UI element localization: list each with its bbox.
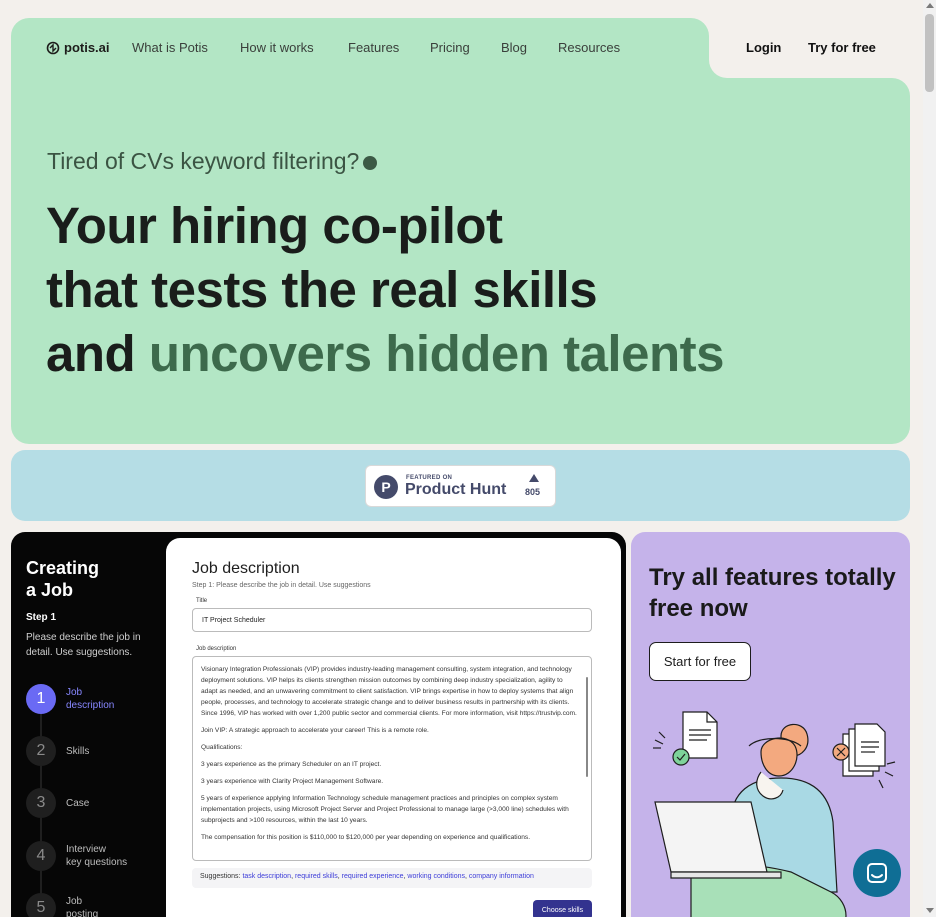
suggestion-link[interactable]: task description bbox=[242, 873, 291, 880]
product-hunt-badge[interactable]: P FEATURED ON Product Hunt 805 bbox=[365, 465, 556, 507]
suggestion-link[interactable]: required skills bbox=[295, 873, 338, 880]
step-label: Case bbox=[66, 797, 90, 809]
step-item-job-posting[interactable]: 5 Job posting bbox=[26, 893, 98, 917]
hero-headline-line3: and uncovers hidden talents bbox=[46, 324, 724, 383]
scroll-up-arrow-icon[interactable] bbox=[926, 3, 934, 8]
step-label: Job posting bbox=[66, 895, 98, 917]
job-description-textarea[interactable]: Visionary Integration Professionals (VIP… bbox=[192, 656, 592, 861]
page-scrollbar[interactable] bbox=[923, 0, 936, 917]
product-hunt-icon: P bbox=[374, 475, 398, 499]
step-label-line: Interview bbox=[66, 844, 107, 855]
hero-headline-plain: and bbox=[46, 325, 136, 382]
dot-icon bbox=[363, 156, 378, 170]
start-for-free-button[interactable]: Start for free bbox=[649, 642, 751, 681]
choose-skills-button[interactable]: Choose skills bbox=[533, 900, 592, 917]
step-label-line: description bbox=[66, 700, 115, 711]
job-description-card: Job description Step 1: Please describe … bbox=[166, 538, 621, 917]
logo-text: potis.ai bbox=[64, 40, 110, 55]
step-item-skills[interactable]: 2 Skills bbox=[26, 736, 89, 766]
scroll-down-arrow-icon[interactable] bbox=[926, 908, 934, 913]
chat-launcher-button[interactable] bbox=[853, 849, 901, 897]
step-label: Skills bbox=[66, 745, 90, 757]
step-label: Interview key questions bbox=[66, 843, 127, 869]
check-icon bbox=[672, 748, 690, 766]
step-item-case[interactable]: 3 Case bbox=[26, 788, 89, 818]
step-number: 1 bbox=[26, 684, 56, 714]
desc-paragraph: Join VIP: A strategic approach to accele… bbox=[201, 727, 429, 734]
desc-paragraph: 3 years experience as the primary Schedu… bbox=[201, 761, 382, 768]
wizard-title-line1: Creating bbox=[26, 558, 100, 578]
suggestion-link[interactable]: company information bbox=[469, 873, 534, 880]
step-item-interview[interactable]: 4 Interview key questions bbox=[26, 841, 127, 871]
nav-link-blog[interactable]: Blog bbox=[501, 40, 527, 55]
chat-icon bbox=[867, 863, 887, 883]
try-for-free-link[interactable]: Try for free bbox=[808, 40, 876, 55]
wizard-title-line2: a Job bbox=[26, 580, 74, 600]
desc-paragraph: Qualifications: bbox=[201, 744, 243, 751]
scrollbar-thumb[interactable] bbox=[925, 14, 934, 92]
wizard-title: Creating a Job bbox=[26, 557, 99, 601]
nav-link-how-it-works[interactable]: How it works bbox=[240, 40, 314, 55]
card-subtitle: Step 1: Please describe the job in detai… bbox=[192, 582, 371, 589]
hero-headline-accent: uncovers hidden talents bbox=[148, 325, 725, 382]
nav-link-what-is-potis[interactable]: What is Potis bbox=[132, 40, 208, 55]
textarea-scrollbar[interactable] bbox=[586, 677, 588, 777]
ph-upvote-count: 805 bbox=[525, 487, 541, 497]
suggestions-label: Suggestions: bbox=[200, 873, 241, 880]
step-item-job-description[interactable]: 1 Job description bbox=[26, 684, 114, 714]
potis-logo-icon bbox=[46, 41, 60, 54]
nav-link-resources[interactable]: Resources bbox=[558, 40, 620, 55]
nav-link-pricing[interactable]: Pricing bbox=[430, 40, 470, 55]
step-number: 2 bbox=[26, 736, 56, 766]
hero-kicker-text: Tired of CVs keyword filtering? bbox=[47, 148, 360, 174]
step-label-line: key questions bbox=[66, 857, 128, 868]
description-field-label: Job description bbox=[196, 646, 237, 652]
ph-name: Product Hunt bbox=[405, 481, 507, 498]
nav-link-features[interactable]: Features bbox=[348, 40, 399, 55]
hero-headline-line1: Your hiring co-pilot bbox=[46, 197, 503, 254]
job-wizard-preview: Creating a Job Step 1 Please describe th… bbox=[11, 532, 626, 917]
hero-headline-line2: that tests the real skills bbox=[46, 261, 598, 318]
step-label-line: Job bbox=[66, 687, 83, 698]
laptop-icon bbox=[654, 801, 768, 873]
document-icon bbox=[682, 711, 718, 759]
logo[interactable]: potis.ai bbox=[46, 40, 110, 55]
card-title: Job description bbox=[192, 560, 300, 577]
promo-title: Try all features totally free now bbox=[649, 564, 896, 622]
step-label-line: posting bbox=[66, 909, 99, 917]
suggestion-link[interactable]: working conditions bbox=[407, 873, 465, 880]
title-field-label: Title bbox=[196, 598, 208, 604]
desc-paragraph: The compensation for this position is $1… bbox=[201, 834, 531, 841]
wizard-step-desc: Please describe the job in detail. Use s… bbox=[26, 632, 141, 658]
step-number: 5 bbox=[26, 893, 56, 917]
suggestions-bar: Suggestions: task description, required … bbox=[192, 868, 592, 888]
suggestion-link[interactable]: required experience bbox=[342, 873, 404, 880]
nav-curve bbox=[709, 58, 729, 78]
desc-paragraph: 5 years of experience applying Informati… bbox=[201, 795, 569, 824]
job-title-input[interactable]: IT Project Scheduler bbox=[192, 608, 592, 632]
hero-kicker: Tired of CVs keyword filtering? bbox=[47, 148, 378, 175]
step-number: 3 bbox=[26, 788, 56, 818]
upvote-arrow-icon bbox=[529, 474, 539, 482]
step-label: Job description bbox=[66, 686, 114, 712]
step-number: 4 bbox=[26, 841, 56, 871]
login-link[interactable]: Login bbox=[746, 40, 781, 55]
desc-paragraph: Visionary Integration Professionals (VIP… bbox=[201, 666, 577, 717]
step-label-line: Job bbox=[66, 896, 83, 907]
desc-paragraph: 3 years experience with Clarity Project … bbox=[201, 778, 384, 785]
wizard-step-label: Step 1 bbox=[26, 612, 57, 623]
